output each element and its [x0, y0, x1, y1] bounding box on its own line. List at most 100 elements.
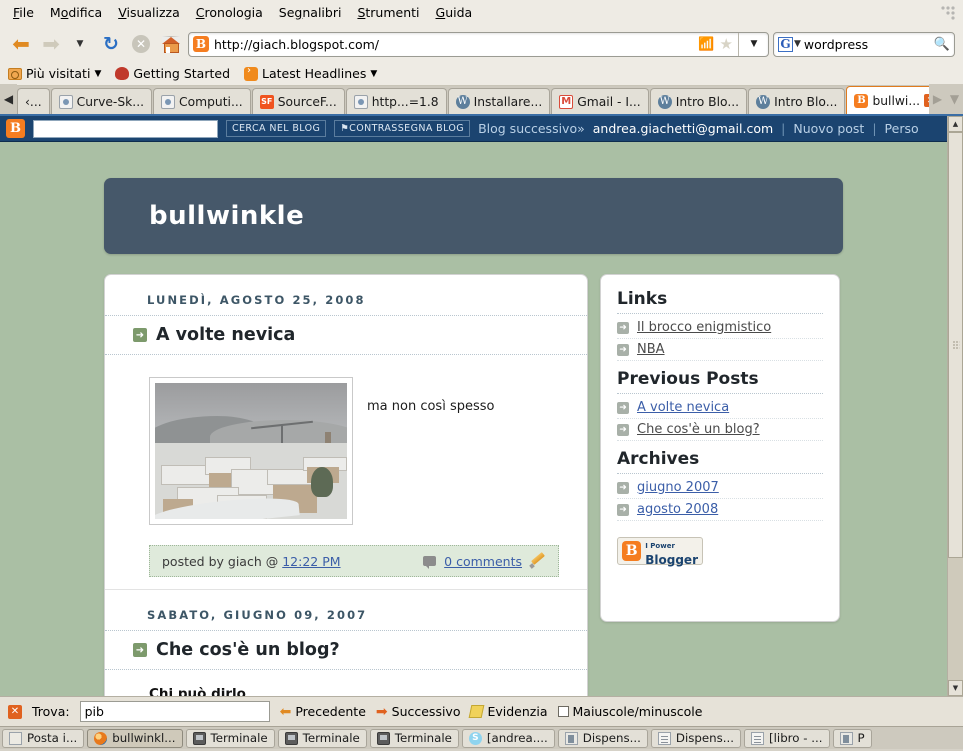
tab-installare[interactable]: W Installare... — [447, 88, 551, 114]
menu-item-guida[interactable]: Guida — [429, 2, 480, 23]
list-item[interactable]: ➜ Che cos'è un blog? — [617, 419, 823, 441]
sidebar-link[interactable]: Il brocco enigmistico — [637, 320, 771, 335]
tab-truncated[interactable]: ‹... — [17, 88, 50, 114]
tab-sourceforge[interactable]: SF SourceF... — [251, 88, 345, 114]
stop-button[interactable]: ✕ — [128, 31, 154, 57]
comments-link[interactable]: 0 comments — [444, 554, 522, 569]
google-icon[interactable]: G — [778, 36, 793, 52]
post-time-link[interactable]: 12:22 PM — [282, 554, 340, 569]
sidebar-link[interactable]: agosto 2008 — [637, 502, 718, 517]
bookmarks-bar: Più visitati ▼ Getting Started Latest He… — [0, 62, 963, 86]
post-title[interactable]: Che cos'è un blog? — [156, 640, 340, 660]
gmail-icon: M — [559, 94, 574, 109]
menu-item-strumenti[interactable]: Strumenti — [350, 2, 426, 23]
menu-item-visualizza[interactable]: Visualizza — [111, 2, 187, 23]
badge-line-2: Blogger — [645, 553, 698, 567]
blog-header: bullwinkle — [104, 178, 843, 254]
window-resize-icon[interactable] — [939, 4, 957, 22]
pencil-edit-icon[interactable] — [530, 553, 546, 569]
rss-feed-icon[interactable]: 📶 — [698, 37, 714, 52]
search-input[interactable]: wordpress — [804, 37, 931, 52]
bookmark-getting-started[interactable]: Getting Started — [115, 66, 230, 81]
search-blog-button[interactable]: CERCA NEL BLOG — [226, 120, 327, 137]
tab-curve-sk[interactable]: Curve-Sk... — [50, 88, 153, 114]
bookmark-star-icon[interactable]: ★ — [720, 35, 733, 53]
bookmark-latest-headlines[interactable]: Latest Headlines ▼ — [244, 65, 377, 81]
tab-bar: ◀ ‹... Curve-Sk... Computi... SF SourceF… — [0, 84, 963, 116]
customize-link[interactable]: Perso — [885, 121, 919, 136]
post-title-row[interactable]: ➜ Che cos'è un blog? — [105, 631, 587, 670]
forward-button[interactable]: ➡ — [38, 31, 64, 57]
home-button[interactable] — [158, 31, 184, 57]
sidebar-link[interactable]: NBA — [637, 342, 665, 357]
list-item[interactable]: ➜ A volte nevica — [617, 397, 823, 419]
scroll-down-button[interactable]: ▼ — [948, 680, 963, 696]
tab-computi[interactable]: Computi... — [153, 88, 251, 114]
find-input[interactable]: pib — [79, 701, 270, 722]
taskbar-item-skype[interactable]: S [andrea.... — [461, 728, 555, 748]
tab-intro-blo-2[interactable]: W Intro Blo... — [748, 88, 846, 114]
generic-page-icon — [353, 94, 368, 109]
list-item[interactable]: ➜ giugno 2007 — [617, 477, 823, 499]
taskbar-item-bullwinkle[interactable]: bullwinkl... — [87, 728, 183, 748]
post-title-row[interactable]: ➜ A volte nevica — [105, 316, 587, 355]
tab-scroll-right-icon[interactable]: ▶ — [929, 84, 946, 114]
search-icon[interactable]: 🔍 — [934, 37, 950, 52]
scrollbar-thumb[interactable] — [948, 132, 963, 558]
reload-button[interactable]: ↻ — [98, 31, 124, 57]
sidebar-link[interactable]: A volte nevica — [637, 400, 729, 415]
tab-scroll-left-icon[interactable]: ◀ — [0, 84, 17, 114]
taskbar-item-terminale-2[interactable]: Terminale — [277, 728, 367, 748]
blog-search-input[interactable] — [33, 119, 218, 138]
menu-item-cronologia[interactable]: Cronologia — [189, 2, 270, 23]
sidebar-link[interactable]: giugno 2007 — [637, 480, 719, 495]
find-next-button[interactable]: ➡ Successivo — [376, 704, 461, 720]
new-post-link[interactable]: Nuovo post — [793, 121, 864, 136]
address-bar[interactable]: B http://giach.blogspot.com/ 📶 ★ ▼ — [188, 31, 769, 57]
blog-title: bullwinkle — [149, 201, 305, 231]
search-engine-dropdown-icon[interactable]: ▼ — [794, 39, 801, 49]
tab-gmail[interactable]: M Gmail - I... — [551, 88, 649, 114]
close-icon[interactable]: ✕ — [8, 704, 22, 719]
url-dropdown-button[interactable]: ▼ — [744, 39, 764, 49]
tab-bullwinkle[interactable]: B bullwi... ✕ — [846, 86, 929, 114]
history-dropdown-button[interactable]: ▼ — [68, 31, 94, 57]
taskbar-item-posta[interactable]: Posta i... — [2, 728, 85, 748]
find-match-case[interactable]: Maiuscole/minuscole — [557, 704, 702, 719]
page-scrollbar[interactable]: ▲ ▼ — [947, 116, 963, 696]
tab-intro-blo-1[interactable]: W Intro Blo... — [649, 88, 748, 114]
taskbar-item-libro[interactable]: [libro - ... — [744, 728, 830, 748]
right-arrow-icon: ➡ — [375, 703, 388, 720]
back-button[interactable]: ⬅ — [8, 31, 34, 57]
find-previous-button[interactable]: ⬅ Precedente — [280, 704, 366, 720]
blogger-logo-icon[interactable]: B — [6, 119, 25, 138]
match-case-checkbox[interactable] — [557, 706, 569, 717]
tab-list-dropdown-icon[interactable]: ▼ — [946, 84, 963, 114]
sidebar-link[interactable]: Che cos'è un blog? — [637, 422, 760, 437]
find-highlight-button[interactable]: Evidenzia — [469, 704, 548, 719]
menu-item-modifica[interactable]: Modifica — [43, 2, 109, 23]
menu-item-file[interactable]: File — [6, 2, 41, 23]
list-item[interactable]: ➜ agosto 2008 — [617, 499, 823, 521]
tab-label: Intro Blo... — [774, 94, 838, 109]
list-item[interactable]: ➜ NBA — [617, 339, 823, 361]
post-title[interactable]: A volte nevica — [156, 325, 295, 345]
taskbar-item-terminale-3[interactable]: Terminale — [369, 728, 459, 748]
menu-item-segnalibri[interactable]: Segnalibri — [272, 2, 349, 23]
flag-blog-button[interactable]: ⚑CONTRASSEGNA BLOG — [334, 120, 471, 137]
document-icon — [751, 731, 765, 745]
taskbar-item-dispense-1[interactable]: Dispens... — [557, 728, 648, 748]
tab-http-url[interactable]: http...=1.8 — [345, 88, 447, 114]
post-image[interactable] — [149, 377, 353, 525]
taskbar-item-dispense-2[interactable]: Dispens... — [650, 728, 742, 748]
scrollbar-track[interactable] — [948, 132, 963, 680]
taskbar-item-p[interactable]: P — [832, 728, 872, 748]
powered-by-blogger-badge[interactable]: B I Power Blogger — [617, 537, 703, 567]
next-blog-link[interactable]: Blog successivo» — [478, 121, 585, 136]
list-item[interactable]: ➜ Il brocco enigmistico — [617, 317, 823, 339]
taskbar-item-terminale-1[interactable]: Terminale — [185, 728, 275, 748]
url-text[interactable]: http://giach.blogspot.com/ — [214, 37, 693, 52]
bookmark-piu-visitati[interactable]: Più visitati ▼ — [8, 66, 101, 81]
scroll-up-button[interactable]: ▲ — [948, 116, 963, 132]
search-bar[interactable]: G ▼ wordpress 🔍 — [773, 31, 955, 57]
